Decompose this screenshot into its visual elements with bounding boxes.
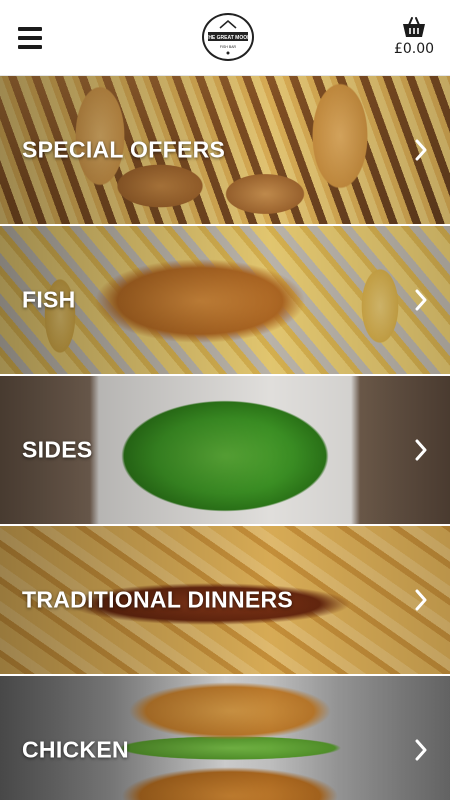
category-special-offers[interactable]: SPECIAL OFFERS — [0, 76, 450, 226]
chevron-right-icon — [415, 289, 427, 311]
category-traditional-dinners[interactable]: TRADITIONAL DINNERS — [0, 526, 450, 676]
category-label: CHICKEN — [22, 736, 129, 763]
category-chicken[interactable]: CHICKEN — [0, 676, 450, 800]
category-label: SIDES — [22, 436, 93, 463]
cart-total: £0.00 — [393, 41, 435, 57]
menu-button[interactable] — [18, 27, 42, 49]
category-label: SPECIAL OFFERS — [22, 136, 226, 163]
category-sides[interactable]: SIDES — [0, 376, 450, 526]
chevron-right-icon — [415, 139, 427, 161]
cart-button[interactable]: £0.00 — [392, 16, 436, 62]
logo[interactable]: THE GREAT MOOR FISH BAR — [202, 13, 254, 61]
category-list: SPECIAL OFFERS FISH SIDES TRADITIONAL DI… — [0, 76, 450, 800]
chevron-right-icon — [415, 589, 427, 611]
category-label: FISH — [22, 286, 76, 313]
logo-mark: THE GREAT MOOR FISH BAR — [205, 20, 251, 55]
category-label: TRADITIONAL DINNERS — [22, 586, 294, 613]
chevron-right-icon — [415, 739, 427, 761]
logo-text-bottom: FISH BAR — [220, 45, 237, 49]
menu-icon-bar — [18, 27, 42, 31]
basket-icon — [403, 17, 425, 37]
top-bar: THE GREAT MOOR FISH BAR £0.00 — [0, 0, 450, 76]
menu-icon-bar — [18, 45, 42, 49]
chevron-right-icon — [415, 439, 427, 461]
logo-text-top: THE GREAT MOOR — [205, 35, 251, 41]
menu-icon-bar — [18, 36, 42, 40]
category-fish[interactable]: FISH — [0, 226, 450, 376]
